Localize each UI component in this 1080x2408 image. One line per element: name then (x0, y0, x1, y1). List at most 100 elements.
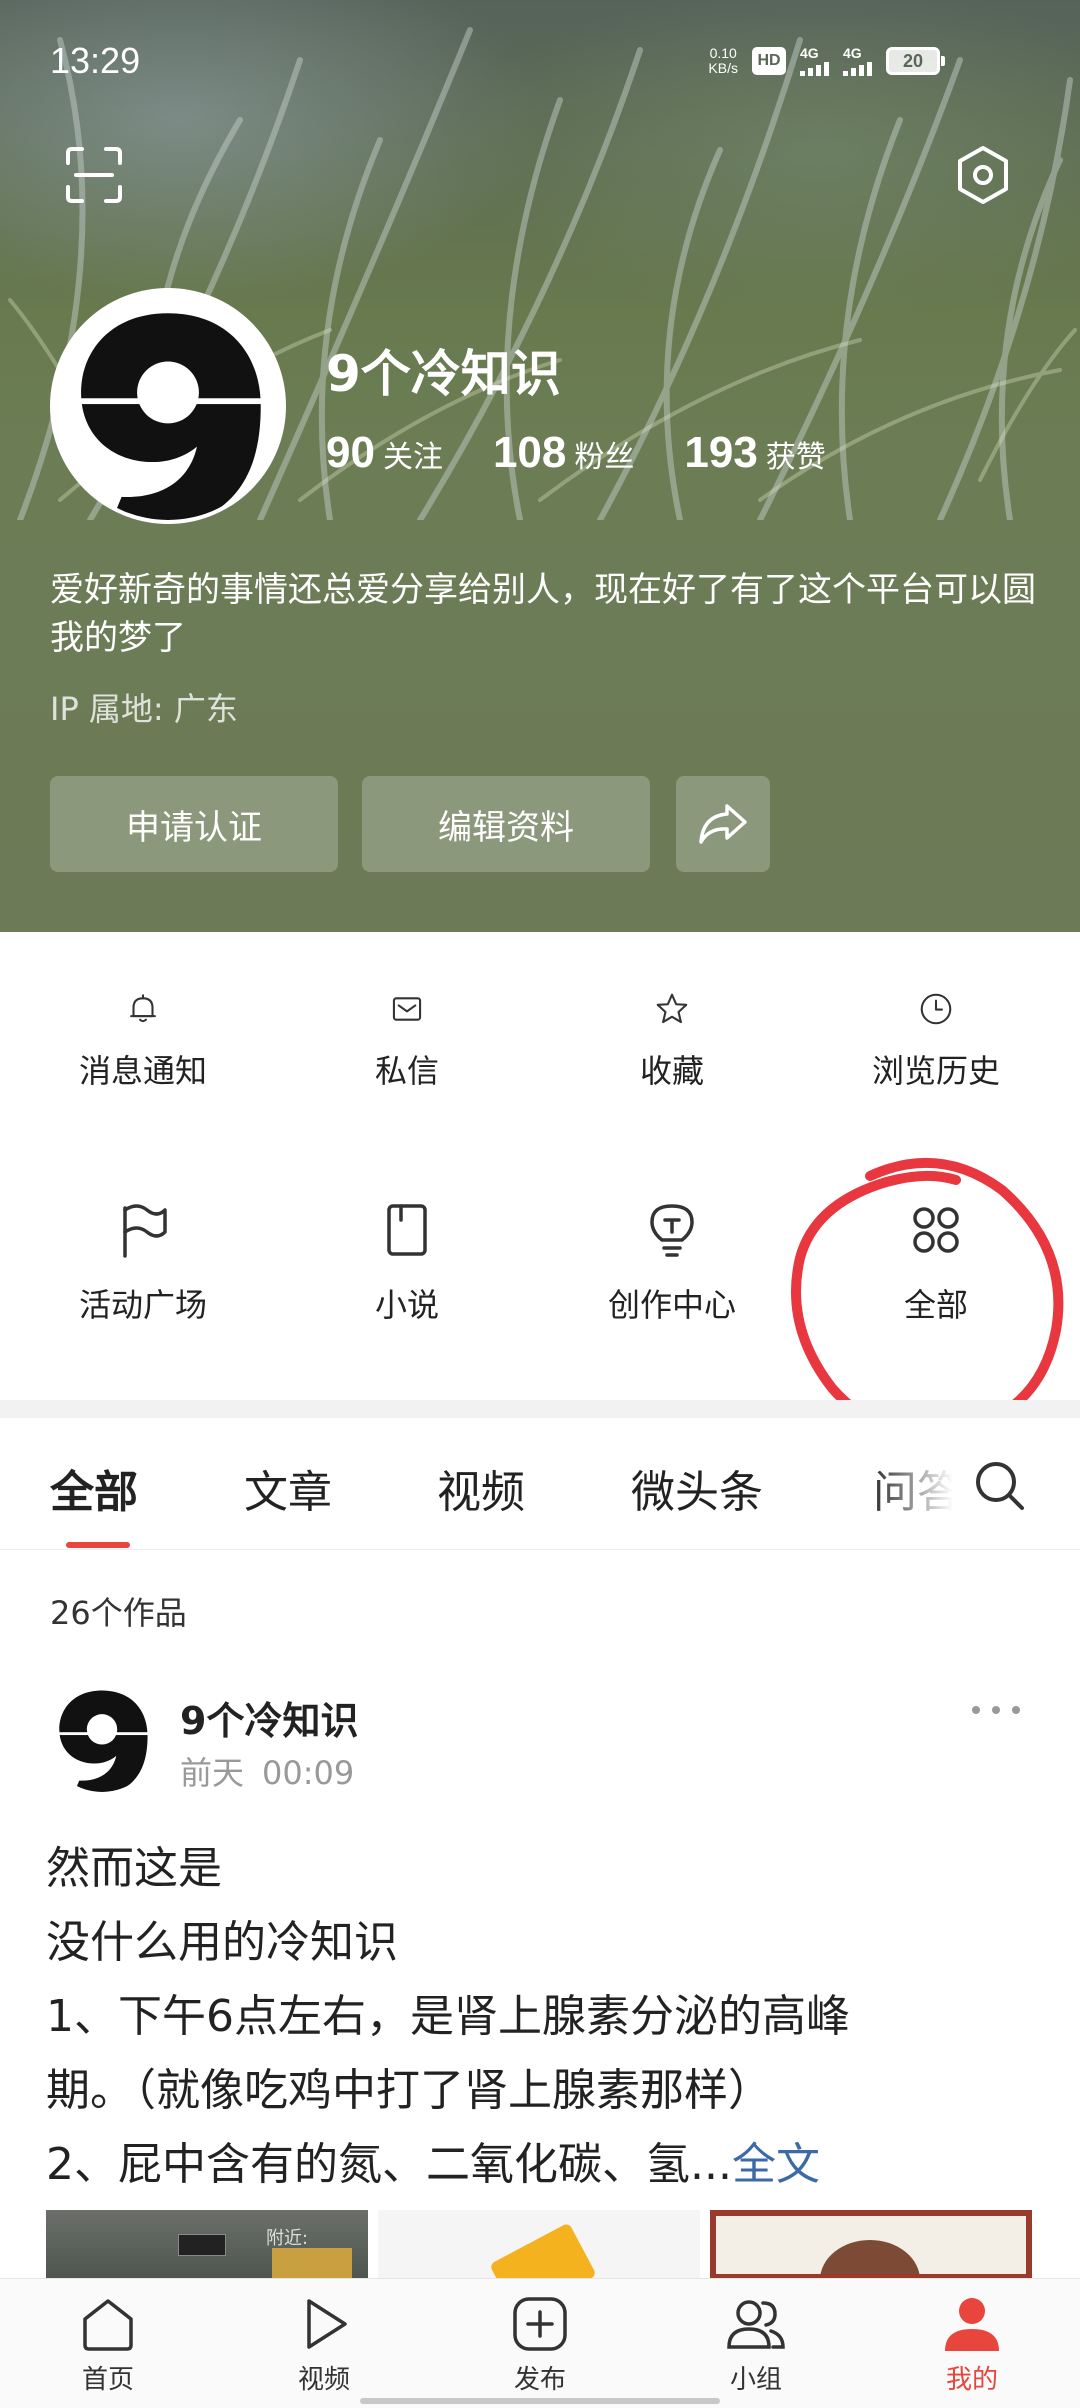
signal-icon-1: 4G (800, 46, 829, 76)
post-line: 1、下午6点左右，是肾上腺素分泌的高峰 (46, 1991, 850, 2042)
post-time-of-day: 00:09 (262, 1754, 355, 1792)
system-home-indicator[interactable] (360, 2398, 720, 2404)
post-line-text: 2、屁中含有的氮、二氧化碳、氢... (46, 2139, 732, 2190)
post-line-last: 2、屁中含有的氮、二氧化碳、氢...全文 (46, 2128, 1046, 2202)
share-icon (699, 804, 747, 844)
menu-label-messages: 私信 (374, 1052, 439, 1090)
thumb-block-1 (272, 2248, 352, 2280)
stat-followers-count: 108 (492, 428, 567, 477)
group-icon (727, 2300, 785, 2349)
stat-following[interactable]: 90 关注 (326, 428, 443, 478)
menu-item-creator-center[interactable]: 创作中心 (537, 1198, 807, 1358)
post-image-3[interactable] (710, 2210, 1032, 2280)
book-icon (387, 1204, 427, 1256)
tab-videos[interactable]: 视频 (437, 1456, 525, 1520)
profile-stats: 90 关注 108 粉丝 193 获赞 (326, 428, 876, 478)
post-line: 期。（就像吃鸡中打了肾上腺素那样） (46, 2065, 772, 2116)
nav-me[interactable]: 我的 (902, 2293, 1042, 2403)
bell-icon (130, 994, 156, 1023)
read-full-text-link[interactable]: 全文 (732, 2139, 820, 2190)
tab-micro-posts[interactable]: 微头条 (631, 1456, 763, 1520)
post-image-1[interactable]: 附近: (46, 2210, 368, 2280)
home-icon (83, 2299, 133, 2351)
user-icon (945, 2298, 999, 2351)
more-options-icon[interactable] (970, 1700, 1022, 1720)
profile-header: 13:29 0.10 KB/s HD 4G 4G 20 9个冷知识 90 关注 … (0, 0, 1080, 932)
post-date: 前天 (180, 1754, 245, 1792)
network-speed: 0.10 KB/s (708, 46, 738, 76)
content-tabs: 全部 文章 视频 微头条 问答 (0, 1418, 1080, 1550)
clock-icon (920, 993, 952, 1025)
nav-home[interactable]: 首页 (38, 2293, 178, 2403)
menu-item-novels[interactable]: 小说 (272, 1198, 542, 1358)
nav-video[interactable]: 视频 (254, 2293, 394, 2403)
post-line: 没什么用的冷知识 (46, 1917, 398, 1968)
nav-label-me: 我的 (945, 2365, 998, 2395)
apply-verification-button[interactable]: 申请认证 (50, 776, 338, 872)
stat-likes[interactable]: 193 获赞 (684, 428, 825, 478)
play-icon (307, 2299, 347, 2349)
menu-item-activities[interactable]: 活动广场 (8, 1198, 278, 1358)
avatar-logo-9 (54, 292, 282, 520)
nav-publish[interactable]: 发布 (470, 2293, 610, 2403)
bottom-navigation: 首页 视频 发布 小组 我的 (0, 2278, 1080, 2408)
thumb-text-1: 附近: (266, 2228, 309, 2249)
edit-profile-button[interactable]: 编辑资料 (362, 776, 650, 872)
status-icons: 0.10 KB/s HD 4G 4G 20 (708, 46, 945, 76)
avatar-logo-9-small (46, 1680, 158, 1792)
scan-icon[interactable] (64, 145, 124, 205)
grid-dots-icon (913, 1207, 959, 1253)
plus-square-icon (513, 2297, 567, 2351)
works-count: 26个作品 (50, 1594, 187, 1632)
menu-item-history[interactable]: 浏览历史 (801, 932, 1071, 1092)
search-icon[interactable] (972, 1458, 1028, 1514)
stat-following-label: 关注 (382, 440, 443, 475)
menu-label-creator-center: 创作中心 (607, 1286, 736, 1324)
section-divider (0, 1400, 1080, 1418)
signal-icon-2: 4G (843, 46, 872, 76)
status-time: 13:29 (50, 40, 141, 81)
tab-all[interactable]: 全部 (50, 1456, 138, 1520)
username: 9个冷知识 (326, 345, 561, 403)
ip-location: IP 属地: 广东 (50, 690, 238, 728)
post-author-avatar[interactable] (46, 1680, 158, 1792)
stat-following-count: 90 (326, 428, 375, 477)
post-image-2[interactable] (378, 2210, 700, 2280)
stat-likes-count: 193 (684, 428, 758, 477)
post-image-grid: 附近: (46, 2210, 1036, 2280)
profile-bio: 爱好新奇的事情还总爱分享给别人，现在好了有了这个平台可以圆我的梦了 (50, 570, 1036, 658)
nav-groups[interactable]: 小组 (686, 2293, 826, 2403)
network-type-2: 4G (843, 45, 862, 61)
post-timestamp: 前天 00:09 (180, 1748, 372, 1794)
share-profile-button[interactable] (676, 776, 770, 872)
nav-label-groups: 小组 (729, 2365, 782, 2395)
thumb-badge-1 (178, 2234, 226, 2256)
menu-label-history: 浏览历史 (871, 1052, 1000, 1090)
menu-item-messages[interactable]: 私信 (272, 932, 542, 1092)
lightbulb-icon (650, 1204, 694, 1257)
avatar[interactable] (50, 288, 286, 524)
menu-label-activities: 活动广场 (78, 1286, 207, 1324)
thumb-portrait-3 (820, 2240, 920, 2274)
post-author-name[interactable]: 9个冷知识 (180, 1690, 358, 1745)
stat-followers[interactable]: 108 粉丝 (493, 428, 634, 478)
star-icon (656, 993, 688, 1024)
post-line: 然而这是 (46, 1843, 222, 1894)
menu-label-favorites: 收藏 (639, 1052, 704, 1090)
nav-label-publish: 发布 (513, 2365, 566, 2395)
nav-label-video: 视频 (297, 2365, 350, 2395)
stat-likes-label: 获赞 (765, 440, 826, 475)
battery-icon: 20 (886, 47, 945, 75)
network-type-1: 4G (800, 45, 819, 61)
post-content[interactable]: 然而这是 没什么用的冷知识 1、下午6点左右，是肾上腺素分泌的高峰 期。（就像吃… (46, 1832, 1046, 2202)
hd-icon: HD (752, 47, 786, 75)
mail-icon (392, 997, 422, 1021)
tab-articles[interactable]: 文章 (244, 1456, 332, 1520)
thumb-block-2 (489, 2222, 597, 2280)
menu-item-favorites[interactable]: 收藏 (537, 932, 807, 1092)
menu-item-all[interactable]: 全部 (801, 1198, 1071, 1358)
settings-hexagon-icon[interactable] (952, 144, 1014, 206)
quick-menu: 消息通知 私信 收藏 浏览历史 活动广场 小说 创作中心 全部 (0, 932, 1080, 1400)
menu-label-all: 全部 (903, 1286, 968, 1324)
menu-item-notifications[interactable]: 消息通知 (8, 932, 278, 1092)
